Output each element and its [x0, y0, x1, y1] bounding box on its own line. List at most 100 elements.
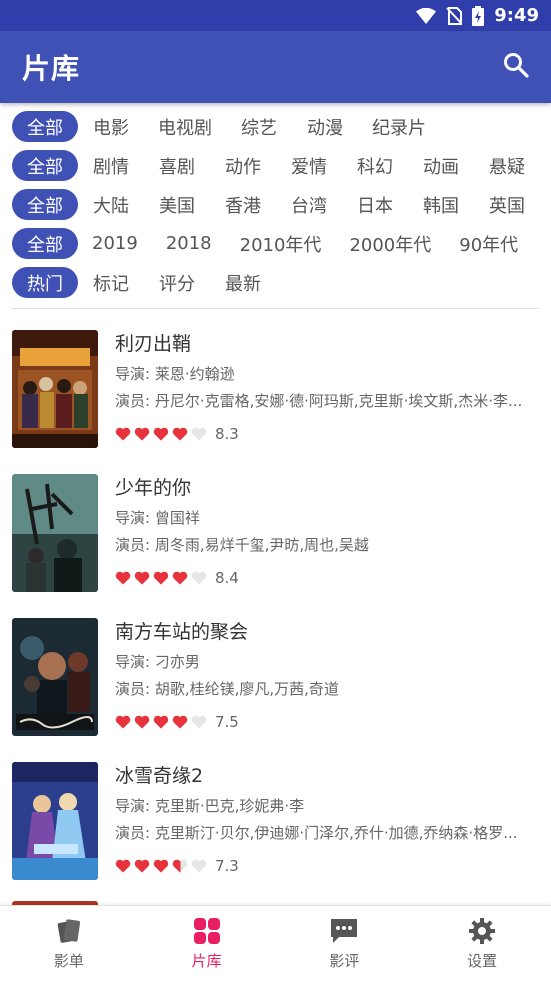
filter-chip[interactable]: 美国 — [144, 189, 210, 220]
filter-row-region: 全部 大陆 美国 香港 台湾 日本 韩国 英国 — [12, 185, 539, 224]
heart-icon — [115, 858, 131, 874]
filter-chip[interactable]: 2010年代 — [226, 228, 336, 259]
list-item[interactable]: 南方车站的聚会 导演: 刁亦男 演员: 胡歌,桂纶镁,廖凡,万茜,奇道 7.5 — [12, 597, 539, 741]
page-title: 片库 — [22, 52, 81, 85]
movie-title: 南方车站的聚会 — [115, 621, 249, 643]
movie-title: 利刃出鞘 — [115, 333, 192, 355]
battery-charging-icon — [472, 5, 485, 26]
heart-icon — [115, 714, 131, 730]
heart-icon — [115, 570, 131, 586]
filter-chip[interactable]: 电影 — [78, 111, 144, 142]
movie-list: 利刃出鞘 导演: 莱恩·约翰逊 演员: 丹尼尔·克雷格,安娜·德·阿玛斯,克里斯… — [0, 309, 551, 885]
filter-row-type: 全部 电影 电视剧 综艺 动漫 纪录片 — [12, 107, 539, 146]
nav-label: 片库 — [191, 952, 222, 970]
filter-chip[interactable]: 全部 — [12, 111, 78, 142]
list-item[interactable]: 少年的你 导演: 曾国祥 演员: 周冬雨,易烊千玺,尹昉,周也,吴越 8.4 — [12, 453, 539, 597]
bottom-nav: 影单 片库 影评 设置 — [0, 905, 551, 981]
filter-chip[interactable]: 全部 — [12, 150, 78, 181]
comment-icon — [329, 916, 359, 946]
filter-chip[interactable]: 全部 — [12, 189, 78, 220]
filter-chip[interactable]: 标记 — [78, 267, 144, 298]
movie-cast: 演员: 胡歌,桂纶镁,廖凡,万茜,奇道 — [115, 680, 339, 698]
filter-chip[interactable]: 英国 — [474, 189, 540, 220]
filter-chip[interactable]: 纪录片 — [358, 111, 440, 142]
heart-icon — [134, 714, 150, 730]
gear-icon — [467, 916, 497, 946]
heart-icon — [172, 426, 188, 442]
grid-icon — [192, 916, 222, 946]
list-item[interactable]: 利刃出鞘 导演: 莱恩·约翰逊 演员: 丹尼尔·克雷格,安娜·德·阿玛斯,克里斯… — [12, 309, 539, 453]
filter-chip[interactable]: 全部 — [12, 228, 78, 259]
movie-poster — [12, 330, 98, 448]
no-sim-icon — [446, 6, 463, 25]
nav-item-movie-lists[interactable]: 影单 — [0, 906, 138, 981]
filter-chip[interactable]: 韩国 — [408, 189, 474, 220]
filter-chip[interactable]: 动作 — [210, 150, 276, 181]
filter-chip[interactable]: 2000年代 — [335, 228, 445, 259]
nav-label: 影单 — [53, 952, 84, 970]
filter-chip[interactable]: 2019 — [78, 228, 152, 259]
app-bar: 片库 — [0, 31, 551, 103]
heart-icon — [153, 570, 169, 586]
rating: 7.5 — [115, 711, 539, 733]
heart-icon — [134, 426, 150, 442]
heart-icon — [153, 858, 169, 874]
heart-icon — [153, 714, 169, 730]
rating: 8.4 — [115, 567, 539, 589]
rating: 8.3 — [115, 423, 539, 445]
rating: 7.3 — [115, 855, 539, 877]
heart-icon — [172, 858, 188, 874]
cards-icon — [54, 916, 84, 946]
nav-label: 影评 — [329, 952, 360, 970]
heart-icon — [153, 426, 169, 442]
heart-icon — [134, 858, 150, 874]
heart-icon — [134, 570, 150, 586]
movie-cast: 演员: 丹尼尔·克雷格,安娜·德·阿玛斯,克里斯·埃文斯,杰米·李... — [115, 392, 523, 410]
filter-chip[interactable]: 香港 — [210, 189, 276, 220]
filter-chip[interactable]: 热门 — [12, 267, 78, 298]
movie-poster — [12, 474, 98, 592]
nav-item-settings[interactable]: 设置 — [413, 906, 551, 981]
heart-icon — [172, 714, 188, 730]
filter-chip[interactable]: 台湾 — [276, 189, 342, 220]
movie-director: 导演: 刁亦男 — [115, 653, 200, 671]
filter-chip[interactable]: 90年代 — [445, 228, 532, 259]
rating-score: 8.3 — [215, 425, 239, 443]
filter-chip[interactable]: 大陆 — [78, 189, 144, 220]
filter-chip[interactable]: 综艺 — [226, 111, 292, 142]
nav-item-reviews[interactable]: 影评 — [276, 906, 414, 981]
heart-icon — [172, 570, 188, 586]
filter-chip[interactable]: 最新 — [210, 267, 276, 298]
movie-director: 导演: 曾国祥 — [115, 509, 200, 527]
filter-chip[interactable]: 评分 — [144, 267, 210, 298]
rating-score: 8.4 — [215, 569, 239, 587]
filter-chip[interactable]: 爱情 — [276, 150, 342, 181]
filter-chip[interactable]: 动漫 — [292, 111, 358, 142]
nav-item-library[interactable]: 片库 — [138, 906, 276, 981]
heart-icon — [191, 714, 207, 730]
filter-row-genre: 全部 剧情 喜剧 动作 爱情 科幻 动画 悬疑 — [12, 146, 539, 185]
rating-score: 7.3 — [215, 857, 239, 875]
list-item[interactable]: 冰雪奇缘2 导演: 克里斯·巴克,珍妮弗·李 演员: 克里斯汀·贝尔,伊迪娜·门… — [12, 741, 539, 885]
filter-chip[interactable]: 悬疑 — [474, 150, 540, 181]
heart-icon — [191, 858, 207, 874]
rating-score: 7.5 — [215, 713, 239, 731]
movie-cast: 演员: 克里斯汀·贝尔,伊迪娜·门泽尔,乔什·加德,乔纳森·格罗... — [115, 824, 518, 842]
wifi-icon — [416, 7, 437, 24]
filter-row-year: 全部 2019 2018 2010年代 2000年代 90年代 — [12, 224, 539, 263]
status-bar: 9:49 — [0, 0, 551, 31]
movie-poster — [12, 762, 98, 880]
filter-chip[interactable]: 剧情 — [78, 150, 144, 181]
movie-cast: 演员: 周冬雨,易烊千玺,尹昉,周也,吴越 — [115, 536, 369, 554]
filter-chip[interactable]: 科幻 — [342, 150, 408, 181]
filter-chip[interactable]: 动画 — [408, 150, 474, 181]
movie-director: 导演: 莱恩·约翰逊 — [115, 365, 235, 383]
heart-icon — [191, 426, 207, 442]
filter-chip[interactable]: 喜剧 — [144, 150, 210, 181]
movie-title: 冰雪奇缘2 — [115, 765, 204, 787]
filter-chip[interactable]: 日本 — [342, 189, 408, 220]
filter-chip[interactable]: 电视剧 — [144, 111, 226, 142]
filter-chip[interactable]: 2018 — [152, 228, 226, 259]
heart-icon — [191, 570, 207, 586]
search-icon[interactable] — [503, 52, 529, 82]
